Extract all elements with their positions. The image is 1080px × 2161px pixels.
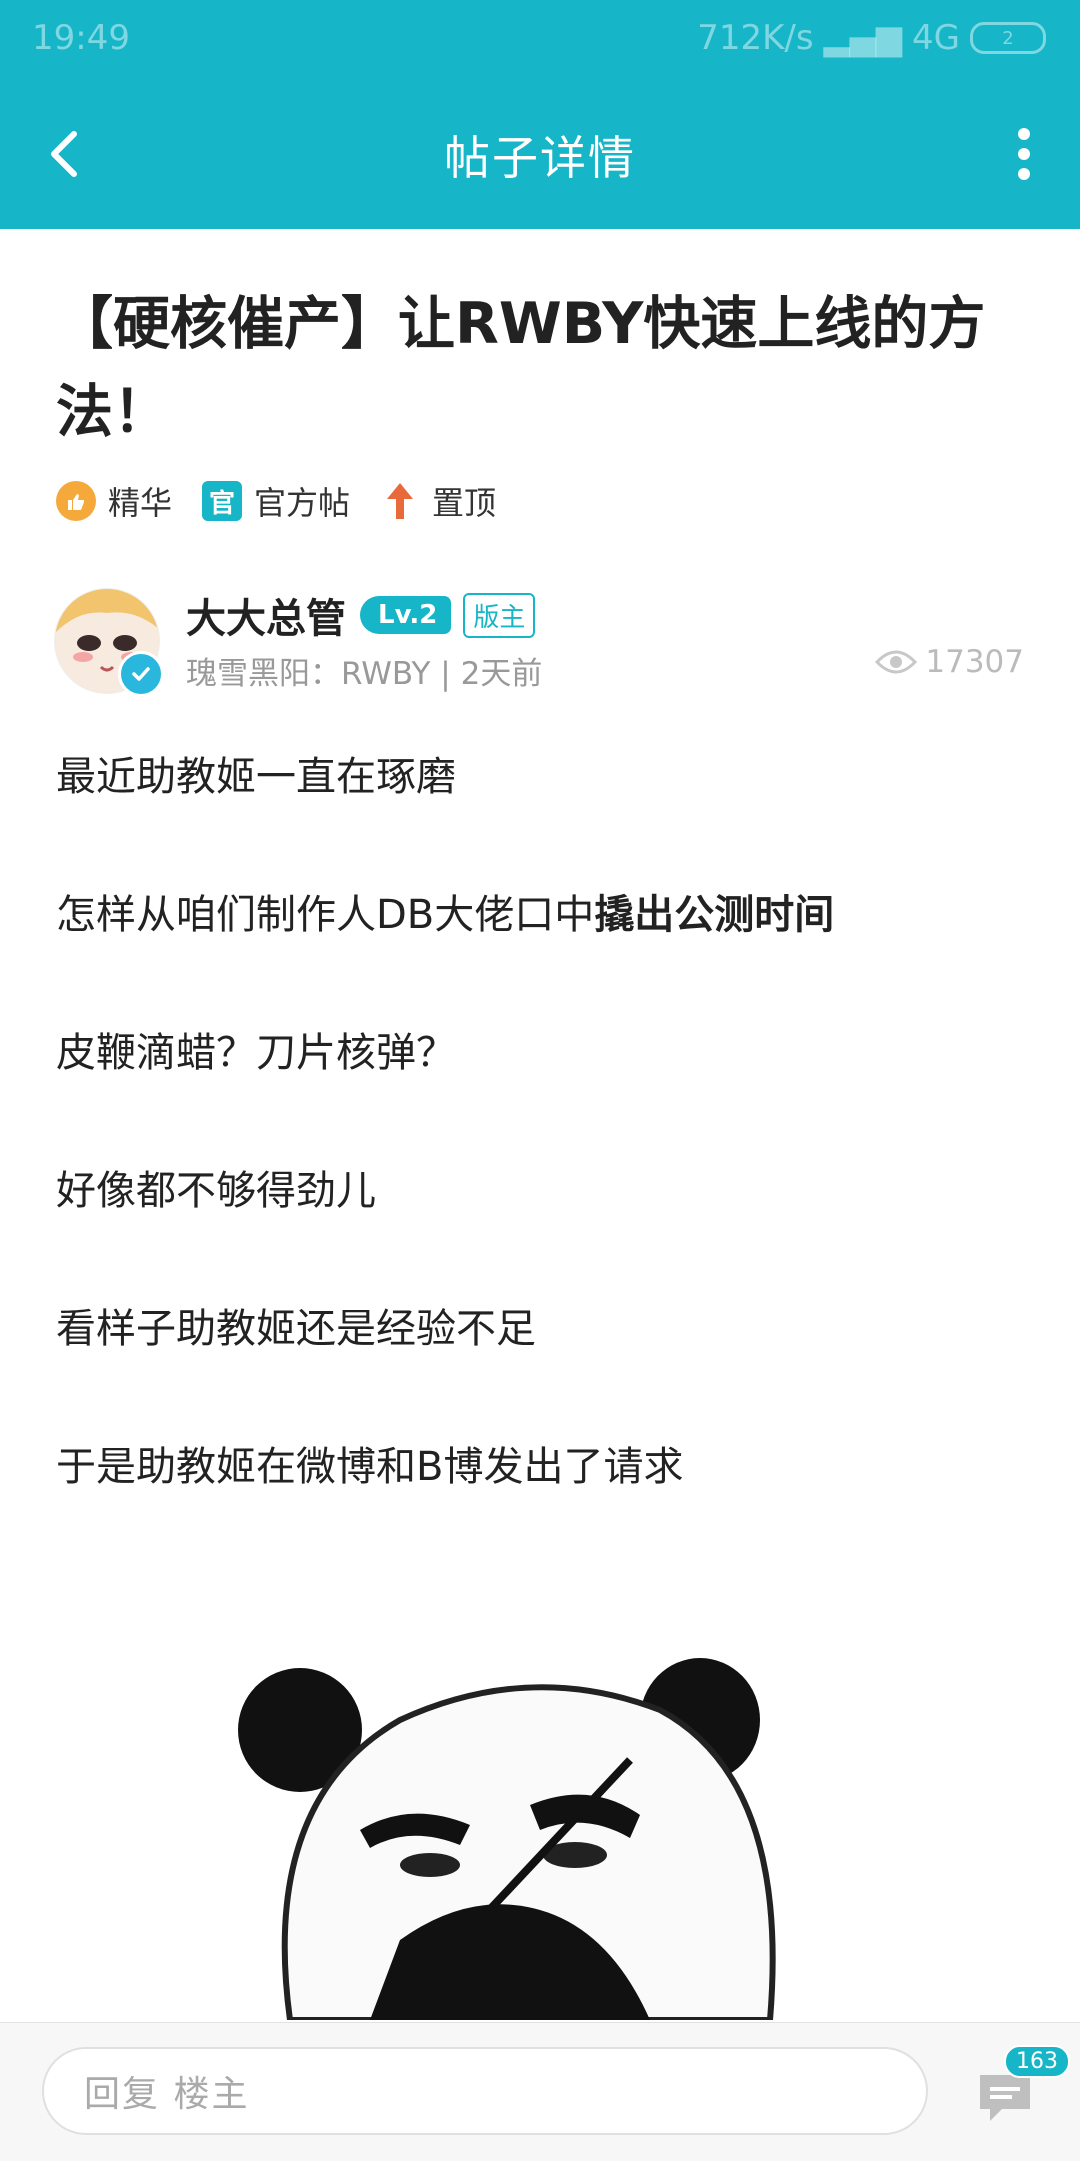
post-paragraph: 最近助教姬一直在琢磨 xyxy=(56,754,456,800)
page-title: 帖子详情 xyxy=(444,131,636,185)
signal-icon: ▂▄▆ xyxy=(823,18,903,58)
more-button[interactable] xyxy=(992,122,1056,186)
thumbs-up-icon xyxy=(56,481,96,521)
paragraph-bold-text: 撬出公测时间 xyxy=(594,892,835,938)
status-time: 19:49 xyxy=(32,18,130,58)
post-paragraph: 于是助教姬在微博和B博发出了请求 xyxy=(56,1444,684,1490)
tag-label: 官方帖 xyxy=(254,484,351,522)
network-speed: 712K/s xyxy=(697,18,814,58)
comment-count-badge: 163 xyxy=(1004,2045,1070,2078)
post-image[interactable] xyxy=(230,1640,850,2020)
battery-level: 2 xyxy=(1002,27,1014,49)
view-count: 17307 xyxy=(875,644,1024,680)
post-paragraph: 怎样从咱们制作人DB大佬口中撬出公测时间 xyxy=(56,882,834,940)
role-badge: 版主 xyxy=(463,592,536,638)
app-header: 19:49 712K/s ▂▄▆ 4G 2 帖子详情 xyxy=(0,0,1080,229)
more-dot-icon xyxy=(1018,148,1030,160)
tag-label: 置顶 xyxy=(432,484,497,522)
status-bar: 19:49 712K/s ▂▄▆ 4G 2 xyxy=(0,0,1080,78)
paragraph-text: 怎样从咱们制作人DB大佬口中 xyxy=(56,892,595,938)
tag-pinned: 置顶 xyxy=(380,478,496,524)
view-count-value: 17307 xyxy=(925,644,1024,680)
tag-label: 精华 xyxy=(108,484,173,522)
post-meta: 瑰雪黑阳：RWBY | 2天前 xyxy=(186,656,543,692)
post-paragraph: 看样子助教姬还是经验不足 xyxy=(56,1306,536,1352)
verified-icon xyxy=(118,651,164,697)
nav-bar: 帖子详情 xyxy=(0,78,1080,229)
reply-input[interactable]: 回复 楼主 xyxy=(42,2047,928,2135)
post-paragraph: 好像都不够得劲儿 xyxy=(56,1168,376,1214)
official-icon: 官 xyxy=(202,481,243,521)
tag-official: 官 官方帖 xyxy=(202,478,350,524)
network-type: 4G xyxy=(912,18,960,58)
level-badge: Lv.2 xyxy=(360,596,452,634)
battery-icon: 2 xyxy=(970,22,1046,54)
tag-featured: 精华 xyxy=(56,478,172,524)
author-name[interactable]: 大大总管 xyxy=(186,586,346,644)
post-paragraph: 皮鞭滴蜡？刀片核弹？ xyxy=(56,1030,456,1076)
post-tags: 精华 官 官方帖 置顶 xyxy=(56,478,526,524)
author-info: 大大总管 Lv.2 版主 xyxy=(186,586,536,644)
eye-icon xyxy=(875,650,918,674)
bottom-bar: 回复 楼主 163 xyxy=(0,2022,1080,2161)
more-dot-icon xyxy=(1018,128,1030,140)
more-dot-icon xyxy=(1018,168,1030,180)
post-title: 【硬核催产】让RWBY快速上线的方法！ xyxy=(56,291,986,445)
status-right: 712K/s ▂▄▆ 4G 2 xyxy=(697,18,1046,58)
arrow-up-icon xyxy=(380,481,420,521)
